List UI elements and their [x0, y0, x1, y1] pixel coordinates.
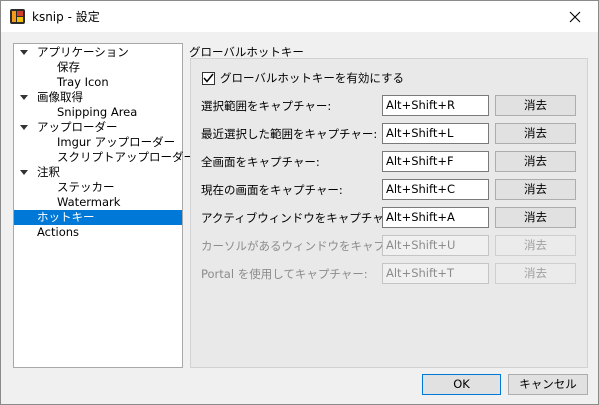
chevron-down-icon[interactable]	[19, 120, 29, 135]
tree-item-label: 画像取得	[37, 90, 83, 104]
hotkey-input[interactable]: Alt+Shift+C	[382, 179, 489, 200]
tree-item-snipping-area[interactable]: Snipping Area	[14, 105, 182, 120]
tree-item-label: Tray Icon	[57, 75, 109, 89]
hotkey-input: Alt+Shift+U	[382, 235, 489, 256]
hotkey-row-capture-portal: Portal を使用してキャプチャー: Alt+Shift+T 消去	[201, 263, 581, 284]
enable-hotkeys-label: グローバルホットキーを有効にする	[220, 71, 404, 85]
tree-item-label: 注釈	[37, 165, 60, 179]
tree-item-label: Watermark	[57, 195, 121, 209]
clear-button: 消去	[495, 263, 576, 284]
clear-button: 消去	[495, 235, 576, 256]
hotkey-row-capture-fullscreen: 全画面をキャプチャー: Alt+Shift+F 消去	[201, 151, 581, 172]
chevron-down-icon[interactable]	[19, 45, 29, 60]
clear-button[interactable]: 消去	[495, 123, 576, 144]
tree-item-label: 保存	[57, 60, 80, 74]
hotkey-input[interactable]: Alt+Shift+L	[382, 123, 489, 144]
tree-item-save[interactable]: 保存	[14, 60, 182, 75]
window-title: ksnip - 設定	[32, 10, 100, 24]
hotkey-row-capture-rect: 選択範囲をキャプチャー: Alt+Shift+R 消去	[201, 95, 581, 116]
tree-item-label: ホットキー	[37, 210, 95, 224]
tree-item-annotator[interactable]: 注釈	[14, 165, 182, 180]
tree-item-stickers[interactable]: ステッカー	[14, 180, 182, 195]
hotkey-input: Alt+Shift+T	[382, 263, 489, 284]
hotkey-label: Portal を使用してキャプチャー:	[201, 267, 368, 281]
hotkey-row-capture-current-screen: 現在の画面をキャプチャー: Alt+Shift+C 消去	[201, 179, 581, 200]
settings-dialog: ksnip - 設定 アプリケーション 保存 Tray Icon 画像取得 Sn…	[0, 0, 599, 405]
tree-item-image-grabber[interactable]: 画像取得	[14, 90, 182, 105]
ksnip-app-icon	[10, 9, 25, 24]
tree-item-label: アップローダー	[37, 120, 118, 134]
clear-button[interactable]: 消去	[495, 179, 576, 200]
clear-button[interactable]: 消去	[495, 95, 576, 116]
enable-hotkeys-checkbox[interactable]	[202, 71, 215, 85]
ok-button[interactable]: OK	[422, 374, 501, 395]
checkmark-icon	[203, 73, 214, 83]
hotkey-row-capture-window-under-cursor: カーソルがあるウィンドウをキャプチャー: Alt+Shift+U 消去	[201, 235, 581, 256]
tree-item-script-uploader[interactable]: スクリプトアップローダー	[14, 150, 195, 165]
chevron-down-icon[interactable]	[19, 165, 29, 180]
tree-item-actions[interactable]: Actions	[14, 225, 182, 240]
enable-hotkeys-row[interactable]: グローバルホットキーを有効にする	[202, 70, 404, 86]
hotkey-label: 現在の画面をキャプチャー:	[201, 183, 343, 197]
tree-item-uploader[interactable]: アップローダー	[14, 120, 182, 135]
tree-item-tray-icon[interactable]: Tray Icon	[14, 75, 182, 90]
tree-item-imgur-uploader[interactable]: Imgur アップローダー	[14, 135, 182, 150]
hotkey-row-capture-active-window: アクティブウィンドウをキャプチャー: Alt+Shift+A 消去	[201, 207, 581, 228]
tree-item-label: アプリケーション	[37, 45, 129, 59]
hotkey-label: アクティブウィンドウをキャプチャー:	[201, 211, 399, 225]
title-bar: ksnip - 設定	[1, 1, 598, 32]
tree-item-label: Imgur アップローダー	[57, 135, 176, 149]
tree-item-application[interactable]: アプリケーション	[14, 45, 182, 60]
hotkey-row-capture-last-rect: 最近選択した範囲をキャプチャー: Alt+Shift+L 消去	[201, 123, 581, 144]
tree-item-watermark[interactable]: Watermark	[14, 195, 182, 210]
hotkey-input[interactable]: Alt+Shift+F	[382, 151, 489, 172]
hotkey-label: 最近選択した範囲をキャプチャー:	[201, 127, 378, 141]
chevron-down-icon[interactable]	[19, 90, 29, 105]
hotkey-input[interactable]: Alt+Shift+A	[382, 207, 489, 228]
hotkey-label: 選択範囲をキャプチャー:	[201, 99, 332, 113]
tree-item-label: ステッカー	[57, 180, 115, 194]
hotkey-input[interactable]: Alt+Shift+R	[382, 95, 489, 116]
tree-item-label: Snipping Area	[57, 105, 138, 119]
clear-button[interactable]: 消去	[495, 207, 576, 228]
close-icon	[569, 11, 581, 22]
clear-button[interactable]: 消去	[495, 151, 576, 172]
settings-nav-tree: アプリケーション 保存 Tray Icon 画像取得 Snipping Area…	[13, 43, 195, 368]
tree-item-label: スクリプトアップローダー	[57, 150, 195, 164]
hotkey-label: 全画面をキャプチャー:	[201, 155, 320, 169]
tree-item-label: Actions	[37, 225, 80, 239]
tree-item-hotkeys[interactable]: ホットキー	[14, 210, 182, 225]
close-button[interactable]	[552, 1, 598, 32]
cancel-button[interactable]: キャンセル	[508, 374, 588, 395]
